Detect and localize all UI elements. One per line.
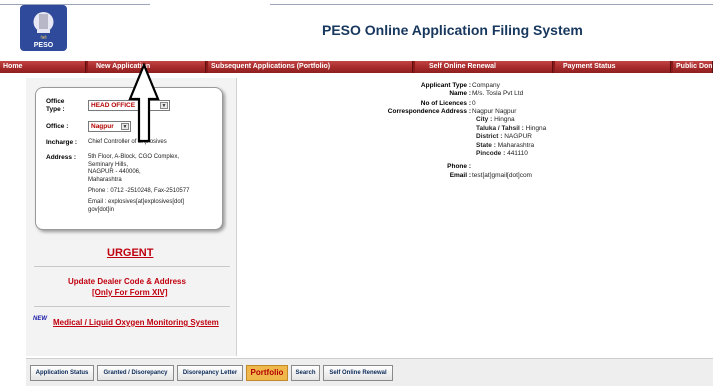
main-nav: Home New Application Subsequent Applicat…	[0, 61, 713, 73]
licences-value: 0	[472, 100, 476, 107]
tab-self-online-renewal[interactable]: Self Online Renewal	[323, 365, 393, 381]
tab-search[interactable]: Search	[291, 365, 320, 381]
divider	[34, 306, 230, 307]
address-label: Correspondence Address :	[387, 108, 471, 115]
update-dealer-link[interactable]: Update Dealer Code & Address	[68, 277, 186, 286]
only-form-xiv-link[interactable]: [Only For Form XIV]	[92, 288, 168, 297]
applicant-name-value: M/s. Tosla Pvt Ltd	[472, 90, 524, 97]
state-label: State :	[476, 142, 496, 149]
email-value: test[at]gmail[dot]com	[472, 172, 532, 179]
address-phone: Phone : 0712 -2510248, Fax-2510577	[88, 188, 190, 194]
email-label: Email :	[449, 172, 471, 179]
applicant-type-value: Company	[472, 82, 500, 89]
page-title: PESO Online Application Filing System	[322, 22, 583, 38]
taluka-row: Taluka / Tahsil : Hingna	[476, 125, 546, 133]
address-label: Address :	[46, 154, 76, 161]
svg-text:पेसो: पेसो	[40, 35, 47, 40]
svg-text:PESO: PESO	[34, 42, 54, 49]
address-line: Maharashtra	[88, 176, 122, 183]
office-value: Nagpur	[91, 123, 114, 130]
tab-application-status[interactable]: Application Status	[30, 365, 94, 381]
district-value: NAGPUR	[504, 133, 532, 140]
district-label: District :	[476, 133, 503, 140]
city-value: Hingna	[494, 116, 515, 123]
tab-granted-discrepancy[interactable]: Granted / Disorepancy	[97, 365, 174, 381]
state-value: Maharashtra	[497, 142, 535, 149]
taluka-value: Hingna	[525, 125, 547, 132]
pincode-label: Pincode :	[476, 150, 506, 157]
state-row: State : Maharashtra	[476, 142, 534, 150]
licences-label: No of Licences :	[420, 100, 471, 107]
taluka-label: Taluka / Tahsil :	[476, 125, 524, 132]
chevron-down-icon: ▼	[160, 102, 168, 109]
urgent-link[interactable]: URGENT	[107, 247, 153, 259]
city-label: City :	[476, 116, 493, 123]
oxygen-monitoring-link[interactable]: Medical / Liquid Oxygen Monitoring Syste…	[53, 318, 219, 327]
address-line: Seminary Hills,	[88, 161, 129, 168]
nav-public-domain[interactable]: Public Dom	[673, 61, 713, 73]
city-row: City : Hingna	[476, 116, 515, 124]
incharge-label: Incharge :	[46, 139, 78, 146]
new-badge: NEW	[33, 316, 47, 322]
tab-discrepancy-letter[interactable]: Disorepancy Letter	[177, 365, 243, 381]
nav-subsequent-applications[interactable]: Subsequent Applications (Portfolio)	[208, 61, 413, 73]
address-value: Nagpur Nagpur	[472, 108, 517, 115]
nav-home[interactable]: Home	[0, 61, 86, 73]
pincode-value: 441110	[507, 150, 528, 157]
arrow-up-icon	[128, 63, 160, 143]
peso-logo: पेसो PESO	[20, 5, 67, 51]
address-line: NAGPUR - 440006,	[88, 169, 141, 175]
district-row: District : NAGPUR	[476, 133, 532, 141]
phone-label: Phone :	[447, 163, 471, 170]
tab-portfolio[interactable]: Portfolio	[246, 365, 288, 381]
pincode-row: Pincode : 441110	[476, 150, 528, 158]
office-label: Office :	[46, 123, 69, 130]
address-line: 5th Floor, A-Block, CGO Complex,	[88, 154, 180, 160]
applicant-type-label: Applicant Type :	[420, 82, 471, 89]
address-email-cont: gov[dot]in	[88, 206, 115, 213]
office-select[interactable]: Nagpur ▼	[88, 121, 131, 132]
applicant-name-label: Name :	[449, 90, 471, 97]
nav-self-online-renewal[interactable]: Self Online Renewal	[415, 61, 553, 73]
divider	[34, 266, 230, 267]
header-rule-right	[270, 4, 713, 5]
office-type-label: Office Type :	[46, 98, 65, 113]
address-email: Email : explosives[at]explosives[dot]	[88, 199, 185, 205]
nav-payment-status[interactable]: Payment Status	[555, 61, 671, 73]
